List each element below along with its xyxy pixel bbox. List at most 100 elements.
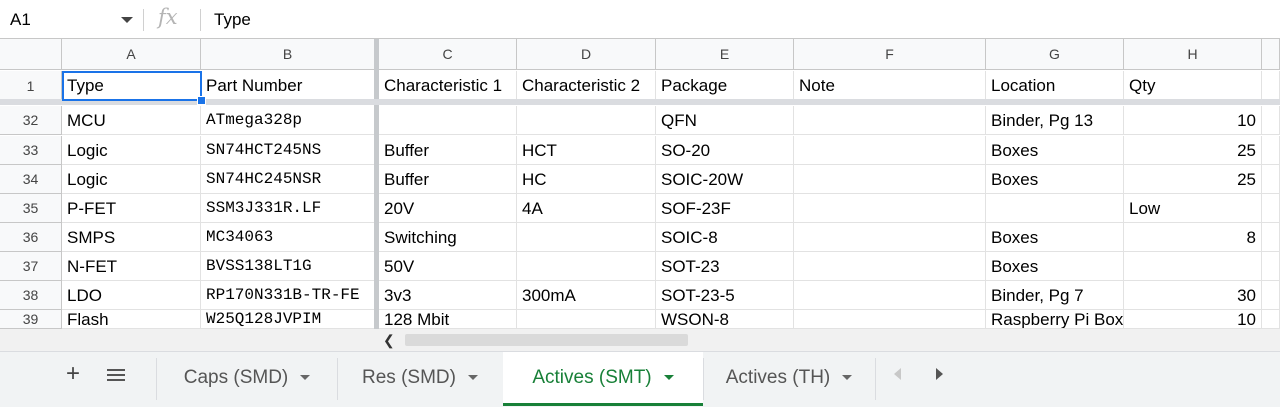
row-header[interactable]: 1 (0, 71, 62, 101)
table-cell[interactable]: 25 (1124, 165, 1262, 194)
frozen-column-divider[interactable] (374, 39, 379, 329)
header-cell[interactable]: Type (62, 71, 201, 101)
row-header[interactable]: 36 (0, 223, 62, 252)
horizontal-scrollbar[interactable]: ❮ (375, 329, 1280, 351)
scrollbar-thumb[interactable] (405, 334, 688, 346)
row-header[interactable]: 37 (0, 252, 62, 281)
table-cell[interactable] (517, 252, 656, 281)
table-cell[interactable]: BVSS138LT1G (201, 252, 379, 281)
table-cell[interactable] (986, 194, 1124, 223)
table-cell[interactable]: Low (1124, 194, 1262, 223)
row-header[interactable]: 32 (0, 106, 62, 135)
table-cell[interactable]: P-FET (62, 194, 201, 223)
scroll-left-icon[interactable]: ❮ (383, 332, 395, 349)
table-cell[interactable]: Logic (62, 165, 201, 194)
all-sheets-menu-icon[interactable] (107, 369, 125, 383)
column-header-g[interactable]: G (986, 39, 1124, 70)
table-cell[interactable]: SN74HCT245NS (201, 136, 379, 165)
header-cell[interactable]: Package (656, 71, 794, 101)
chevron-down-icon[interactable] (663, 375, 674, 381)
table-cell[interactable]: Switching (379, 223, 517, 252)
table-cell[interactable]: Binder, Pg 13 (986, 106, 1124, 135)
name-box[interactable]: A1 (0, 0, 142, 38)
table-cell[interactable] (1262, 136, 1280, 165)
table-cell[interactable]: Raspberry Pi Box (986, 310, 1124, 329)
table-cell[interactable]: Logic (62, 136, 201, 165)
column-header-a[interactable]: A (62, 39, 201, 70)
table-cell[interactable] (1262, 310, 1280, 329)
table-cell[interactable]: RP170N331B-TR-FE (201, 281, 379, 310)
table-cell[interactable]: Flash (62, 310, 201, 329)
column-header-f[interactable]: F (794, 39, 986, 70)
header-cell[interactable]: Location (986, 71, 1124, 101)
table-cell[interactable] (794, 281, 986, 310)
scroll-tabs-right-icon[interactable] (936, 368, 943, 380)
column-header-b[interactable]: B (201, 39, 375, 70)
header-cell[interactable]: Note (794, 71, 986, 101)
table-cell[interactable]: 20V (379, 194, 517, 223)
table-cell[interactable] (517, 106, 656, 135)
table-cell[interactable]: 128 Mbit (379, 310, 517, 329)
column-header-c[interactable]: C (379, 39, 517, 70)
table-cell[interactable]: 10 (1124, 310, 1262, 329)
table-cell[interactable]: Boxes (986, 223, 1124, 252)
table-cell[interactable]: Binder, Pg 7 (986, 281, 1124, 310)
chevron-down-icon[interactable] (121, 17, 133, 23)
table-cell[interactable]: SSM3J331R.LF (201, 194, 379, 223)
table-cell[interactable] (379, 106, 517, 135)
table-cell[interactable]: Boxes (986, 165, 1124, 194)
table-cell[interactable] (517, 310, 656, 329)
table-cell[interactable]: 50V (379, 252, 517, 281)
sheet-tab[interactable]: Res (SMD) (337, 352, 503, 406)
table-cell[interactable] (1262, 252, 1280, 281)
table-cell[interactable] (1262, 223, 1280, 252)
header-cell[interactable]: Characteristic 2 (517, 71, 656, 101)
table-cell[interactable]: Buffer (379, 136, 517, 165)
table-cell[interactable] (1262, 71, 1280, 101)
fill-handle[interactable] (197, 96, 206, 105)
sheet-tab[interactable]: Caps (SMD) (157, 352, 337, 406)
table-cell[interactable]: Buffer (379, 165, 517, 194)
table-cell[interactable] (1262, 106, 1280, 135)
chevron-down-icon[interactable] (467, 375, 478, 381)
table-cell[interactable]: 300mA (517, 281, 656, 310)
select-all-corner[interactable] (0, 39, 62, 70)
table-cell[interactable]: ATmega328p (201, 106, 379, 135)
table-cell[interactable]: SOF-23F (656, 194, 794, 223)
table-cell[interactable]: 10 (1124, 106, 1262, 135)
row-header[interactable]: 33 (0, 136, 62, 165)
table-cell[interactable] (794, 165, 986, 194)
row-header[interactable]: 38 (0, 281, 62, 310)
header-cell[interactable]: Qty (1124, 71, 1262, 101)
chevron-down-icon[interactable] (300, 375, 311, 381)
row-header[interactable]: 35 (0, 194, 62, 223)
table-cell[interactable] (794, 194, 986, 223)
column-header-e[interactable]: E (656, 39, 794, 70)
table-cell[interactable] (517, 223, 656, 252)
table-cell[interactable] (1262, 194, 1280, 223)
table-cell[interactable]: QFN (656, 106, 794, 135)
table-cell[interactable]: SOT-23 (656, 252, 794, 281)
row-header[interactable]: 39 (0, 310, 62, 329)
column-header-i[interactable] (1262, 39, 1280, 70)
table-cell[interactable] (794, 223, 986, 252)
row-header[interactable]: 34 (0, 165, 62, 194)
table-cell[interactable] (1124, 252, 1262, 281)
table-cell[interactable]: MC34063 (201, 223, 379, 252)
header-cell[interactable]: Part Number (201, 71, 379, 101)
table-cell[interactable] (794, 106, 986, 135)
table-cell[interactable]: 30 (1124, 281, 1262, 310)
formula-input[interactable]: Type (214, 10, 251, 30)
table-cell[interactable] (794, 310, 986, 329)
table-cell[interactable]: Boxes (986, 252, 1124, 281)
table-cell[interactable]: SOIC-8 (656, 223, 794, 252)
table-cell[interactable]: WSON-8 (656, 310, 794, 329)
table-cell[interactable]: 4A (517, 194, 656, 223)
sheet-tab[interactable]: Actives (TH) (703, 352, 875, 406)
table-cell[interactable]: SMPS (62, 223, 201, 252)
table-cell[interactable]: 8 (1124, 223, 1262, 252)
table-cell[interactable]: SN74HC245NSR (201, 165, 379, 194)
frozen-row-divider[interactable] (0, 99, 1280, 105)
table-cell[interactable] (794, 252, 986, 281)
table-cell[interactable]: SOIC-20W (656, 165, 794, 194)
